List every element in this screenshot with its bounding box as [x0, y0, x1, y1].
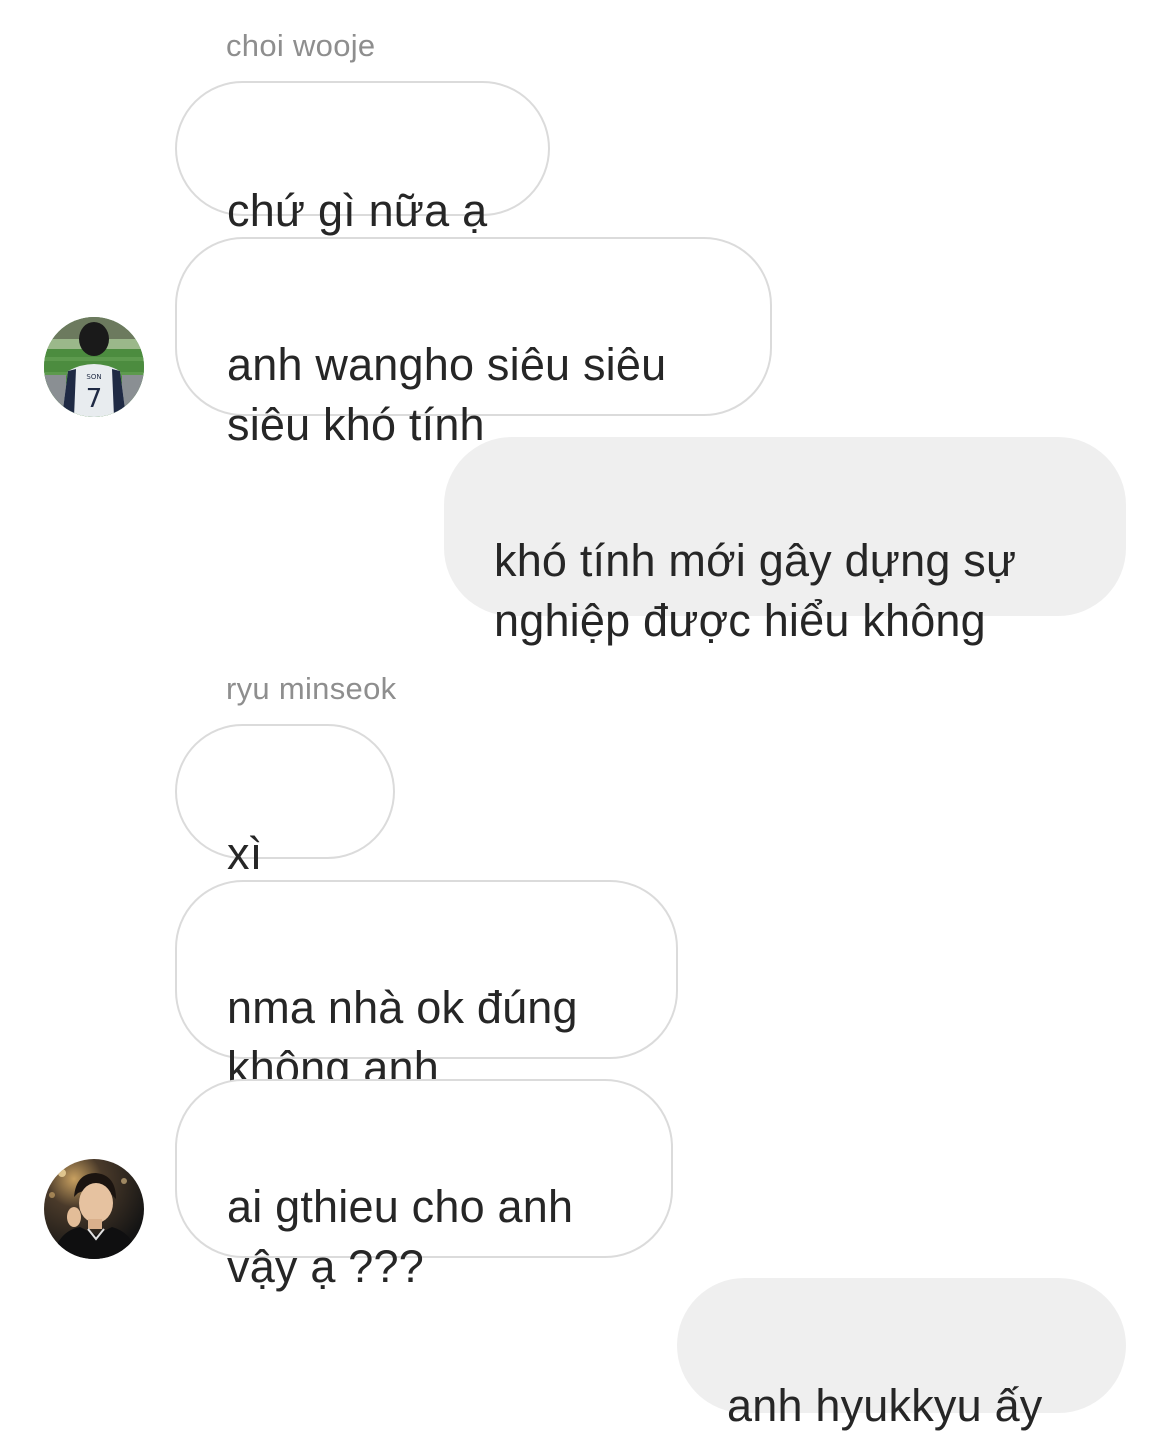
svg-text:SON: SON: [86, 373, 101, 381]
message-text: anh wangho siêu siêu siêu khó tính: [227, 339, 667, 450]
message-bubble-incoming[interactable]: chứ gì nữa ạ: [175, 81, 550, 236]
message-text: nma nhà ok đúng không anh: [227, 982, 578, 1093]
message-bubble-incoming[interactable]: anh wangho siêu siêu siêu khó tính: [175, 237, 772, 450]
sender-name-ryu-minseok: ryu minseok: [226, 671, 397, 706]
message-bubble-incoming[interactable]: nma nhà ok đúng không anh: [175, 880, 678, 1093]
sender-name-choi-wooje: choi wooje: [226, 28, 376, 63]
avatar-choi-wooje[interactable]: SON 7: [44, 317, 144, 417]
avatar-portrait-icon: [44, 1159, 144, 1259]
message-text: chứ gì nữa ạ: [227, 185, 488, 236]
message-text: xì: [227, 828, 263, 879]
message-text: khó tính mới gây dựng sự nghiệp được hiể…: [494, 535, 1017, 646]
avatar-ryu-minseok[interactable]: [44, 1159, 144, 1259]
svg-text:7: 7: [86, 384, 103, 414]
message-text: ai gthieu cho anh vậy ạ ???: [227, 1181, 574, 1292]
message-bubble-outgoing[interactable]: anh hyukkyu ấy: [677, 1278, 1126, 1431]
message-bubble-incoming[interactable]: ai gthieu cho anh vậy ạ ???: [175, 1079, 673, 1292]
message-text: anh hyukkyu ấy: [727, 1380, 1043, 1431]
avatar-stadium-fan-icon: SON 7: [44, 317, 144, 417]
message-bubble-incoming[interactable]: xì: [175, 724, 395, 1002]
message-bubble-outgoing[interactable]: khó tính mới gây dựng sự nghiệp được hiể…: [444, 437, 1126, 646]
